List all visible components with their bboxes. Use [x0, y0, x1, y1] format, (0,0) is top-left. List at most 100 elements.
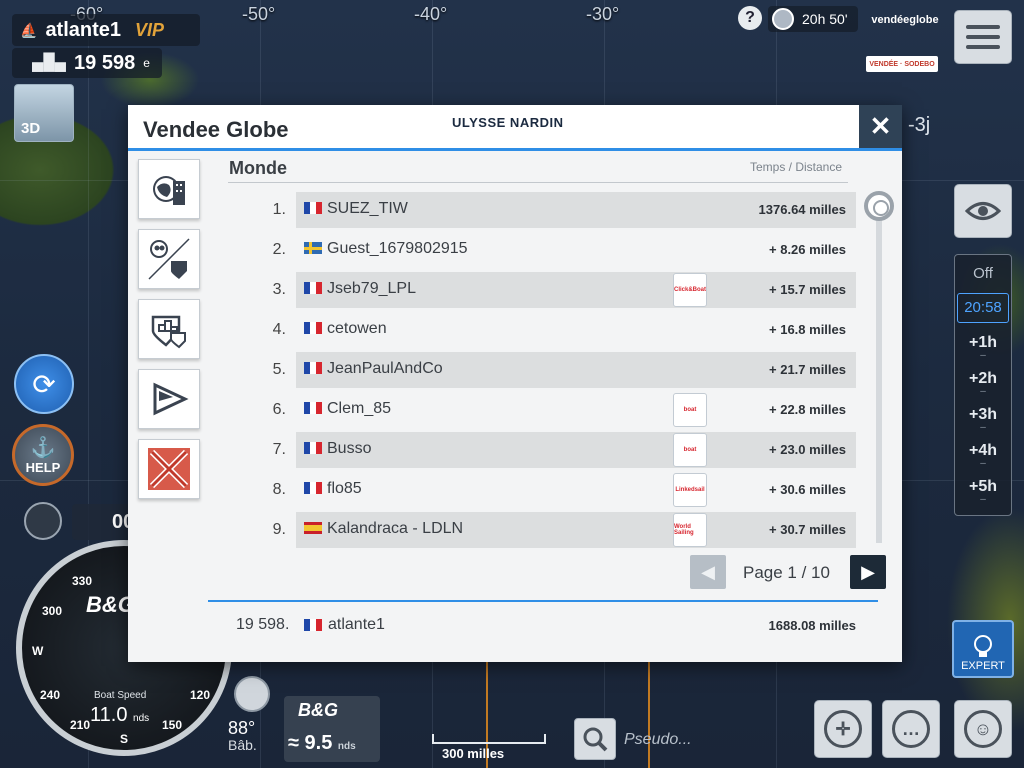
row-player-name[interactable]: cetowen	[327, 320, 387, 338]
time-step-1h[interactable]: +1h	[957, 329, 1009, 370]
row-distance: + 22.8 milles	[769, 402, 846, 417]
partner-logo: World Sailing	[673, 513, 707, 547]
people-icon: ☺	[964, 710, 1002, 748]
longitude-label: -40°	[414, 4, 448, 24]
vip-badge: VIP	[135, 19, 165, 40]
chat-icon: …	[892, 710, 930, 748]
view-toggle-button[interactable]	[954, 184, 1012, 238]
section-divider	[228, 182, 848, 183]
france-flag-icon	[304, 402, 322, 414]
wind-speed-readout: ≈ 9.5 nds	[288, 732, 356, 755]
compass-icon: ✛	[824, 710, 862, 748]
partner-logo: Click&Boat	[673, 273, 707, 307]
time-off-button[interactable]: Off	[973, 261, 993, 287]
ranking-list: 1. SUEZ_TIW 1376.64 milles 2. Guest_16798029…	[228, 190, 856, 550]
sponsor-name: ULYSSE NARDIN	[452, 115, 564, 130]
row-player-name[interactable]: Jseb79_LPL	[327, 280, 416, 298]
search-icon	[583, 727, 608, 752]
menu-button[interactable]	[954, 10, 1012, 64]
ranking-row[interactable]: 1. SUEZ_TIW 1376.64 milles	[228, 190, 856, 230]
forecast-time-panel: Off 20:58 +1h +2h +3h +4h +5h	[954, 254, 1012, 516]
tab-world-ranking[interactable]	[138, 159, 200, 219]
compass-mode-button[interactable]	[24, 502, 62, 540]
previous-page-button[interactable]: ◀	[690, 555, 726, 589]
close-button[interactable]: ✕	[859, 105, 902, 148]
map-scale-label: 300 milles	[442, 746, 505, 761]
sort-mode-toggle[interactable]: Temps / Distance	[750, 160, 842, 174]
group-shield-icon	[148, 238, 190, 280]
sync-button[interactable]: ⟳	[14, 354, 74, 414]
france-flag-icon	[304, 482, 322, 494]
time-step-5h[interactable]: +5h	[957, 473, 1009, 514]
row-player-name[interactable]: Clem_85	[327, 400, 391, 418]
page-indicator: Page 1 / 10	[743, 563, 830, 582]
dial-tick: 120	[190, 688, 211, 702]
race-timer[interactable]: 20h 50'	[768, 6, 858, 32]
row-distance: + 30.6 milles	[769, 482, 846, 497]
row-rank: 3.	[272, 281, 286, 298]
dial-tick: S	[120, 732, 129, 746]
player-search-input[interactable]	[624, 724, 764, 756]
scrollbar-track[interactable]	[876, 193, 882, 543]
time-step-4h[interactable]: +4h	[957, 437, 1009, 478]
ranking-row[interactable]: 3. Jseb79_LPL Click&Boat + 15.7 milles	[228, 270, 856, 310]
wind-brand: B&G	[298, 700, 338, 720]
ranking-row[interactable]: 8. flo85 Linkedsail + 30.6 milles	[228, 470, 856, 510]
row-player-name[interactable]: JeanPaulAndCo	[327, 360, 443, 378]
longitude-label: -30°	[586, 4, 620, 24]
france-flag-icon	[304, 282, 322, 294]
ranking-row[interactable]: 2. Guest_1679802915 + 8.26 milles	[228, 230, 856, 270]
triangle-right-icon: ▶	[861, 561, 875, 582]
boat-speed-label: Boat Speed	[94, 690, 147, 701]
heading-value: 88°	[228, 718, 256, 738]
sponsor-logo: ULYSSE NARDIN	[452, 115, 563, 130]
dial-tick: 240	[40, 688, 61, 702]
compass-center-button[interactable]: ✛	[814, 700, 872, 758]
sweden-flag-icon	[304, 242, 322, 254]
lock-button[interactable]	[234, 676, 270, 712]
modal-title: Vendee Globe	[143, 117, 289, 142]
boat-speed-value: 11.0	[90, 704, 128, 726]
ranking-row[interactable]: 6. Clem_85 boat + 22.8 milles	[228, 390, 856, 430]
france-flag-icon	[304, 442, 322, 454]
ranking-row[interactable]: 7. Busso boat + 23.0 milles	[228, 430, 856, 470]
tab-finish-ranking[interactable]	[138, 369, 200, 429]
help-button[interactable]: ⚓ HELP	[12, 424, 74, 486]
boat-name: atlante1	[45, 18, 122, 41]
row-player-name[interactable]: flo85	[327, 480, 362, 498]
globe-building-icon	[153, 176, 185, 205]
chat-button[interactable]: …	[882, 700, 940, 758]
time-step-2h[interactable]: +2h	[957, 365, 1009, 406]
next-page-button[interactable]: ▶	[850, 555, 886, 589]
section-title: Monde	[229, 158, 287, 178]
row-rank: 7.	[272, 441, 286, 458]
friends-button[interactable]: ☺	[954, 700, 1012, 758]
question-icon[interactable]: ?	[738, 6, 762, 30]
time-step-3h[interactable]: +3h	[957, 401, 1009, 442]
row-player-name[interactable]: SUEZ_TIW	[327, 200, 408, 218]
view-3d-button[interactable]: 3D	[14, 84, 74, 142]
france-flag-icon	[304, 619, 322, 631]
scrollbar-thumb[interactable]	[864, 191, 894, 221]
ranking-row[interactable]: 5. JeanPaulAndCo + 21.7 milles	[228, 350, 856, 390]
expert-button[interactable]: EXPERT	[952, 620, 1014, 678]
tab-retired-ranking[interactable]	[138, 439, 200, 499]
wind-unit: nds	[337, 741, 356, 752]
dial-tick: 150	[162, 718, 183, 732]
row-rank: 8.	[272, 481, 286, 498]
tab-team-ranking[interactable]	[138, 299, 200, 359]
ranking-row[interactable]: 9. Kalandraca - LDLN World Sailing + 30.7 m…	[228, 510, 856, 550]
boat-name-box[interactable]: ⛵ atlante1 VIP	[12, 14, 200, 46]
rank-suffix: e	[143, 56, 150, 70]
sailboat-icon: ⛵	[20, 21, 38, 38]
search-button[interactable]	[574, 718, 616, 760]
ranking-row[interactable]: 4. cetowen + 16.8 milles	[228, 310, 856, 350]
flag-icon	[153, 382, 189, 416]
row-distance: + 15.7 milles	[769, 282, 846, 297]
row-player-name[interactable]: Kalandraca - LDLN	[327, 520, 463, 538]
time-now-button[interactable]: 20:58	[957, 293, 1009, 323]
rank-box[interactable]: ▄█▄ 19 598 e	[12, 48, 162, 78]
row-player-name[interactable]: Guest_1679802915	[327, 240, 468, 258]
row-player-name[interactable]: Busso	[327, 440, 371, 458]
tab-friends-ranking[interactable]	[138, 229, 200, 289]
